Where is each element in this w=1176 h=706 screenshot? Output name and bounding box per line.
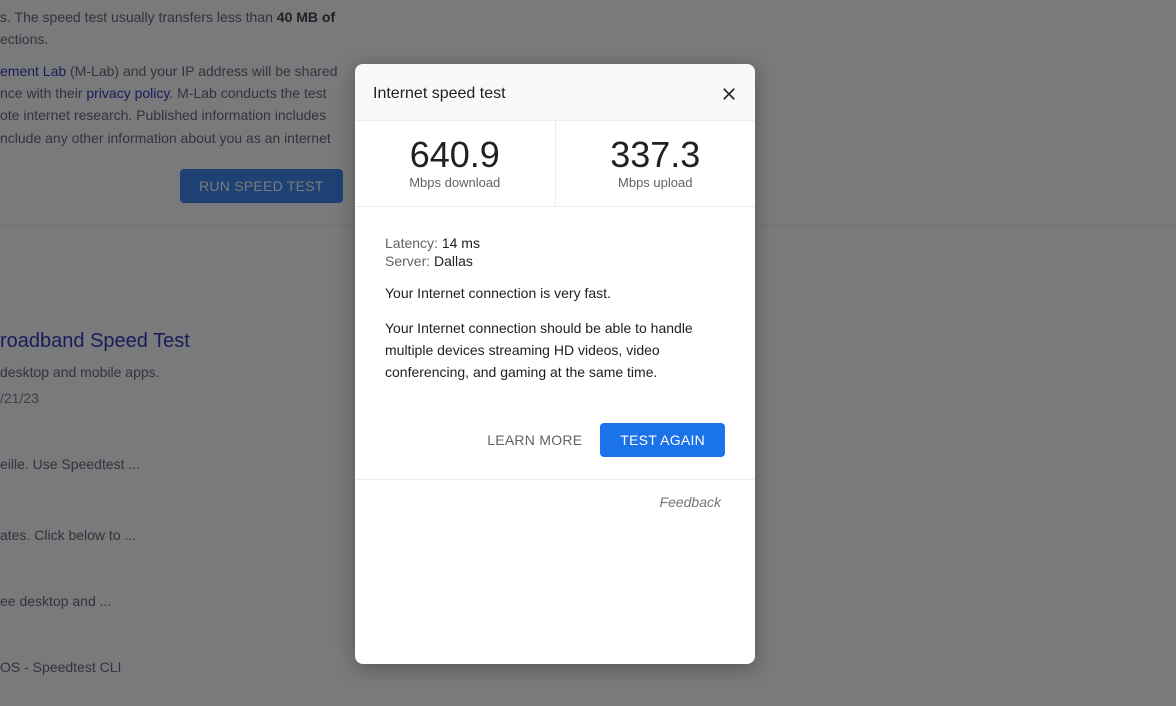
latency-label: Latency:: [385, 235, 442, 251]
server-line: Server: Dallas: [385, 253, 725, 269]
download-label: Mbps download: [355, 175, 555, 190]
download-value: 640.9: [355, 135, 555, 175]
download-metric: 640.9 Mbps download: [355, 121, 556, 206]
test-again-button[interactable]: TEST AGAIN: [600, 423, 725, 457]
button-row: LEARN MORE TEST AGAIN: [355, 423, 755, 479]
summary-text: Your Internet connection is very fast.: [385, 283, 725, 305]
latency-line: Latency: 14 ms: [385, 235, 725, 251]
speed-test-dialog: Internet speed test 640.9 Mbps download …: [355, 64, 755, 664]
upload-metric: 337.3 Mbps upload: [556, 121, 756, 206]
description-text: Your Internet connection should be able …: [385, 318, 725, 383]
close-button[interactable]: [717, 82, 741, 106]
metrics-row: 640.9 Mbps download 337.3 Mbps upload: [355, 121, 755, 207]
feedback-row: Feedback: [355, 480, 755, 512]
upload-value: 337.3: [556, 135, 756, 175]
dialog-title: Internet speed test: [373, 85, 506, 103]
latency-value: 14 ms: [442, 235, 480, 251]
server-label: Server:: [385, 253, 434, 269]
details-section: Latency: 14 ms Server: Dallas Your Inter…: [355, 207, 755, 402]
feedback-link[interactable]: Feedback: [660, 494, 721, 510]
server-value: Dallas: [434, 253, 473, 269]
dialog-header: Internet speed test: [355, 64, 755, 121]
upload-label: Mbps upload: [556, 175, 756, 190]
close-icon: [719, 84, 739, 104]
learn-more-button[interactable]: LEARN MORE: [487, 432, 582, 448]
